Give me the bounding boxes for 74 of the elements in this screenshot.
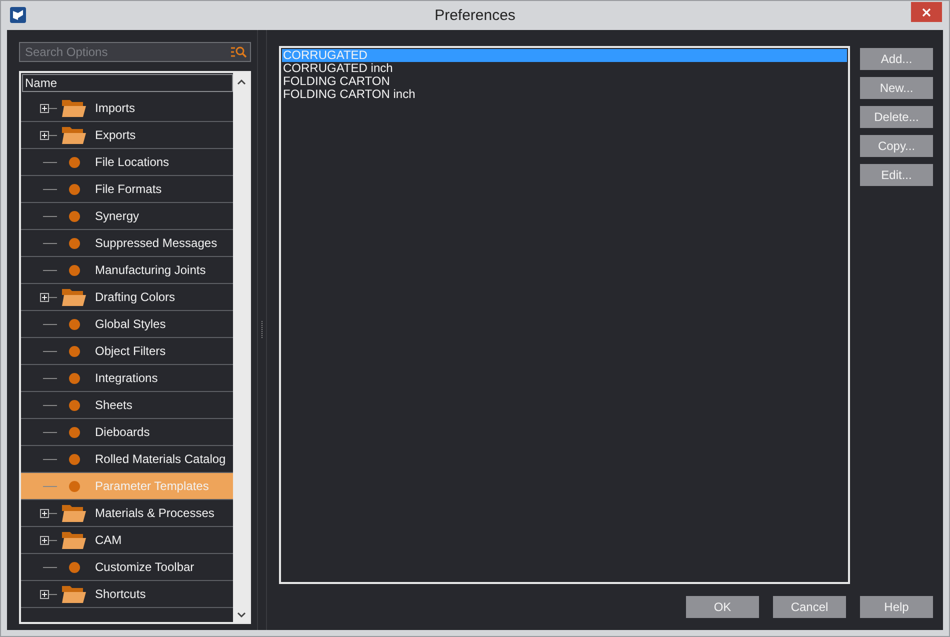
dot-icon xyxy=(68,318,80,330)
tree-item-label: Manufacturing Joints xyxy=(95,263,206,277)
expand-icon[interactable] xyxy=(40,536,49,544)
tree-item-label: Imports xyxy=(95,101,136,115)
search-field[interactable]: Search Options xyxy=(19,42,251,62)
dot-icon xyxy=(68,184,80,194)
tree-item-label: Dieboards xyxy=(95,425,150,439)
search-icon xyxy=(231,46,247,58)
tree-item[interactable]: Imports xyxy=(21,95,233,122)
close-button[interactable] xyxy=(911,2,942,22)
folder-icon xyxy=(61,503,87,523)
folder-icon xyxy=(61,530,87,550)
tree-item-label: File Formats xyxy=(95,182,162,196)
expand-icon[interactable] xyxy=(40,130,49,140)
tree-item-label: CAM xyxy=(95,533,122,547)
tree-item[interactable]: Customize Toolbar xyxy=(21,554,233,581)
list-item[interactable]: CORRUGATED inch xyxy=(282,62,847,75)
tree-item[interactable]: Integrations xyxy=(21,365,233,392)
tree-item[interactable]: Sheets xyxy=(21,392,233,419)
close-icon xyxy=(922,8,931,16)
tree-item[interactable]: Exports xyxy=(21,122,233,149)
dot-icon xyxy=(68,156,80,168)
tree-item[interactable]: Dieboards xyxy=(21,419,233,446)
dot-icon xyxy=(68,480,80,492)
dot-icon xyxy=(68,372,80,384)
list-item[interactable]: FOLDING CARTON inch xyxy=(282,88,847,101)
folder-icon xyxy=(61,584,87,604)
tree-item[interactable]: Synergy xyxy=(21,203,233,230)
tree-item-label: Materials & Processes xyxy=(95,506,214,520)
dot-icon xyxy=(68,238,80,248)
tree-item-label: Parameter Templates xyxy=(95,479,209,493)
search-input[interactable]: Search Options xyxy=(23,44,231,60)
window-title: Preferences xyxy=(434,7,516,24)
folder-icon xyxy=(61,287,87,307)
dot-icon xyxy=(68,426,80,438)
tree-item[interactable]: CAM xyxy=(21,527,233,554)
tree-item-label: Sheets xyxy=(95,398,132,412)
column-header: Name xyxy=(22,74,233,92)
tree-item-label: Exports xyxy=(95,128,136,142)
tree-item[interactable]: Global Styles xyxy=(21,311,233,338)
tree-item-label: Suppressed Messages xyxy=(95,236,218,250)
expand-icon[interactable] xyxy=(40,508,49,518)
tree-item[interactable]: Suppressed Messages xyxy=(21,230,233,257)
expand-icon[interactable] xyxy=(40,104,49,112)
app-logo-icon xyxy=(10,7,26,23)
folder-icon xyxy=(61,98,87,118)
tree-item-label: Synergy xyxy=(95,209,140,223)
tree-item[interactable]: Shortcuts xyxy=(21,581,233,608)
dot-icon xyxy=(68,210,80,222)
expand-icon[interactable] xyxy=(40,590,49,598)
tree-item[interactable]: Materials & Processes xyxy=(21,500,233,527)
dot-icon xyxy=(68,346,80,356)
list-item[interactable]: FOLDING CARTON xyxy=(282,75,847,88)
tree-item[interactable]: Drafting Colors xyxy=(21,284,233,311)
tree-item[interactable]: File Formats xyxy=(21,176,233,203)
dot-icon xyxy=(68,454,80,464)
scroll-down-icon[interactable] xyxy=(236,612,246,618)
tree-item-label: Customize Toolbar xyxy=(95,560,194,574)
tree-item[interactable]: Object Filters xyxy=(21,338,233,365)
dot-icon xyxy=(68,264,80,276)
scroll-up-icon[interactable] xyxy=(236,79,246,85)
expand-icon[interactable] xyxy=(40,292,49,302)
tree-item-label: Shortcuts xyxy=(95,587,146,601)
folder-icon xyxy=(61,125,87,145)
tree-item-label: Rolled Materials Catalog xyxy=(95,452,226,466)
tree-item-label: File Locations xyxy=(95,155,170,169)
dot-icon xyxy=(68,562,80,572)
tree-item[interactable]: File Locations xyxy=(21,149,233,176)
tree-item[interactable]: Manufacturing Joints xyxy=(21,257,233,284)
tree-item-label: Object Filters xyxy=(95,344,166,358)
tree-item-label: Global Styles xyxy=(95,317,166,331)
dot-icon xyxy=(68,400,80,410)
tree-item-label: Integrations xyxy=(95,371,158,385)
tree-item-label: Drafting Colors xyxy=(95,290,176,304)
